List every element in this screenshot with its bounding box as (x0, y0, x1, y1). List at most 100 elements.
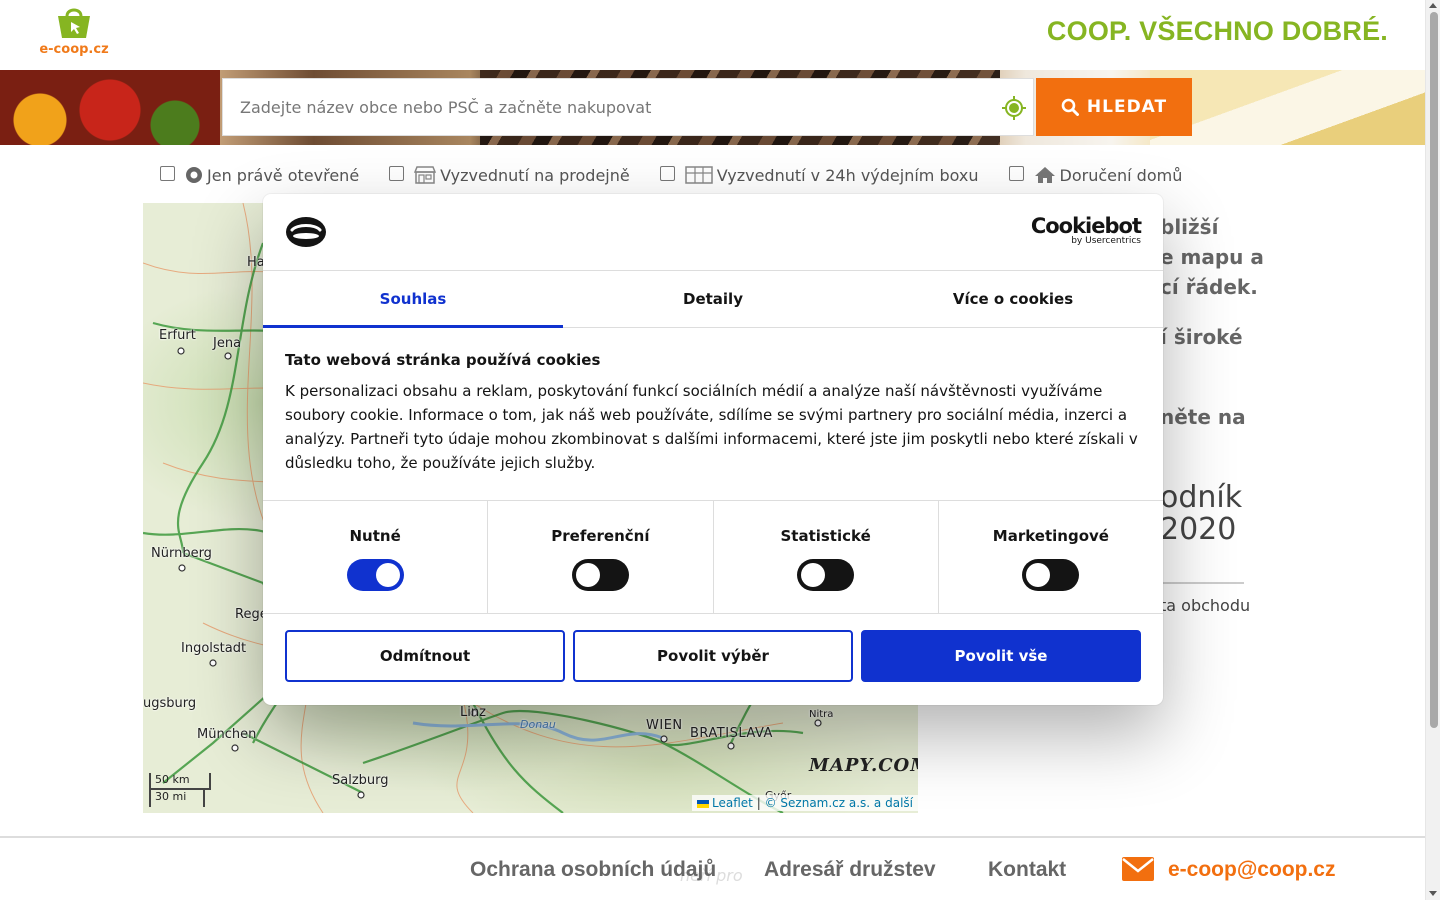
map-label-linz: Linz (460, 705, 486, 720)
filter-label: Vyzvednutí na prodejně (440, 165, 630, 185)
statistics-toggle[interactable] (797, 559, 855, 591)
toggle-knob (375, 563, 400, 587)
cookiebot-name: Cookiebot (1030, 214, 1142, 238)
intro-text: bližší e mapu a cí řádek. í široké něte … (1160, 212, 1280, 432)
cookie-category-toggles: Nutné Preferenční Statistické Marketingo… (263, 501, 1163, 614)
toggle-knob (575, 563, 600, 587)
deny-button[interactable]: Odmítnout (285, 630, 565, 682)
filter-open-now[interactable]: Jen právě otevřené (160, 165, 360, 185)
necessary-toggle[interactable] (346, 559, 404, 591)
ukraine-flag-icon (697, 799, 710, 808)
contact-link[interactable]: Kontakt (988, 858, 1066, 882)
filter-box-pickup[interactable]: Vyzvednutí v 24h výdejním boxu (659, 165, 979, 185)
category-label: Nutné (349, 527, 401, 545)
filter-label: Doručení domů (1059, 165, 1183, 185)
search-button[interactable]: HLEDAT (1036, 78, 1192, 136)
cooperatives-directory-link[interactable]: Adresář družstev (764, 858, 936, 882)
category-marketing: Marketingové (939, 501, 1163, 613)
category-statistics: Statistické (714, 501, 939, 613)
dialog-text: K personalizaci obsahu a reklam, poskyto… (285, 382, 1138, 472)
search-button-label: HLEDAT (1086, 97, 1168, 117)
home-icon (1034, 167, 1055, 183)
shopping-basket-icon (58, 8, 90, 38)
email-link[interactable]: e-coop@coop.cz (1168, 858, 1336, 882)
filters-bar: Jen právě otevřené Vyzvednutí na prodejn… (160, 163, 1212, 187)
cookie-consent-dialog: Cookiebot by Usercentrics Souhlas Detail… (263, 194, 1163, 705)
cookie-logo-icon (286, 217, 326, 247)
map-label-augsburg: ugsburg (143, 696, 197, 711)
map-label-nurnberg: Nürnberg (151, 546, 212, 561)
map-label-wien: WIEN (646, 718, 683, 733)
attribution-separator: | (756, 796, 761, 810)
scroll-up-arrow-icon[interactable] (1429, 3, 1437, 8)
intro-line: e mapu a (1160, 245, 1264, 269)
intro-line: cí řádek. (1160, 275, 1258, 299)
filter-home-delivery[interactable]: Doručení domů (1008, 165, 1183, 185)
map-scale: 50 km 30 mi (149, 773, 211, 807)
footer: neří pro Ochrana osobních údajů Adresář … (0, 836, 1425, 900)
map-label-munchen: München (197, 727, 257, 742)
toggle-knob (1026, 563, 1051, 587)
mail-icon (1122, 857, 1154, 881)
store-pickup-checkbox[interactable] (389, 165, 405, 181)
privacy-link[interactable]: Ochrana osobních údajů (470, 858, 716, 882)
leaflet-link[interactable]: Leaflet (712, 796, 753, 810)
vegetables-image (0, 70, 220, 145)
scrollbar-thumb[interactable] (1430, 12, 1438, 728)
toggle-knob (801, 563, 826, 587)
dialog-tabs: Souhlas Detaily Více o cookies (263, 271, 1163, 328)
dialog-header: Cookiebot by Usercentrics (263, 194, 1163, 271)
filter-label: Vyzvednutí v 24h výdejním boxu (716, 165, 979, 185)
category-label: Preferenční (551, 527, 650, 545)
search-box (222, 78, 1034, 136)
tab-about-cookies[interactable]: Více o cookies (863, 271, 1163, 327)
slogan: COOP. VŠECHNO DOBRÉ. (1046, 16, 1388, 46)
scale-mi: 30 mi (149, 790, 205, 807)
search-input[interactable] (223, 79, 993, 135)
logo-text: e-coop.cz (39, 42, 109, 57)
filter-store-pickup[interactable]: Vyzvednutí na prodejně (389, 165, 630, 185)
dialog-buttons: Odmítnout Povolit výběr Povolit vše (263, 614, 1163, 698)
intro-line: bližší (1160, 215, 1219, 239)
store-icon (414, 166, 437, 184)
map-attribution: Leaflet | © Seznam.cz a.s. a další (692, 795, 918, 811)
map-label-erfurt: Erfurt (159, 328, 196, 343)
award-line-1: odník (1160, 480, 1243, 515)
box-pickup-checkbox[interactable] (659, 165, 675, 181)
page-scrollbar[interactable] (1425, 0, 1440, 900)
locker-icon (684, 166, 713, 184)
category-label: Marketingové (992, 527, 1109, 545)
scroll-down-arrow-icon[interactable] (1429, 891, 1437, 896)
map-label-bratislava: BRATISLAVA (690, 726, 773, 741)
intro-line: něte na (1160, 405, 1246, 429)
tab-details[interactable]: Detaily (563, 271, 863, 327)
allow-selection-button[interactable]: Povolit výběr (573, 630, 853, 682)
cookiebot-brand[interactable]: Cookiebot by Usercentrics (1030, 214, 1142, 246)
dialog-title: Tato webová stránka používá cookies (285, 351, 601, 369)
filter-label: Jen právě otevřené (207, 165, 360, 185)
award-title: odník 2020 (1160, 482, 1242, 546)
clock-icon (186, 167, 202, 183)
allow-all-button[interactable]: Povolit vše (861, 630, 1141, 682)
category-label: Statistické (780, 527, 871, 545)
award-divider (1160, 582, 1244, 584)
marketing-toggle[interactable] (1022, 559, 1080, 591)
seznam-link[interactable]: © Seznam.cz a.s. a další (765, 796, 913, 810)
category-necessary: Nutné (263, 501, 489, 613)
dialog-body: Tato webová stránka používá cookies K pe… (263, 328, 1163, 501)
tab-consent[interactable]: Souhlas (263, 271, 563, 328)
category-preferences: Preferenční (488, 501, 714, 613)
geolocate-icon[interactable] (1001, 95, 1027, 121)
mapy-logo[interactable]: MAPY.COM (809, 755, 918, 776)
open-now-checkbox[interactable] (160, 165, 175, 181)
map-label-donau: Donau (520, 718, 556, 731)
intro-line: í široké (1160, 325, 1243, 349)
preferences-toggle[interactable] (571, 559, 629, 591)
map-label-ingolstadt: Ingolstadt (181, 641, 247, 656)
search-icon (1061, 98, 1079, 116)
map-label-salzburg: Salzburg (332, 773, 389, 788)
ecoop-logo[interactable]: e-coop.cz (36, 4, 112, 62)
award-subtitle: ta obchodu (1160, 596, 1251, 615)
scale-km: 50 km (149, 773, 211, 790)
home-delivery-checkbox[interactable] (1008, 165, 1024, 181)
